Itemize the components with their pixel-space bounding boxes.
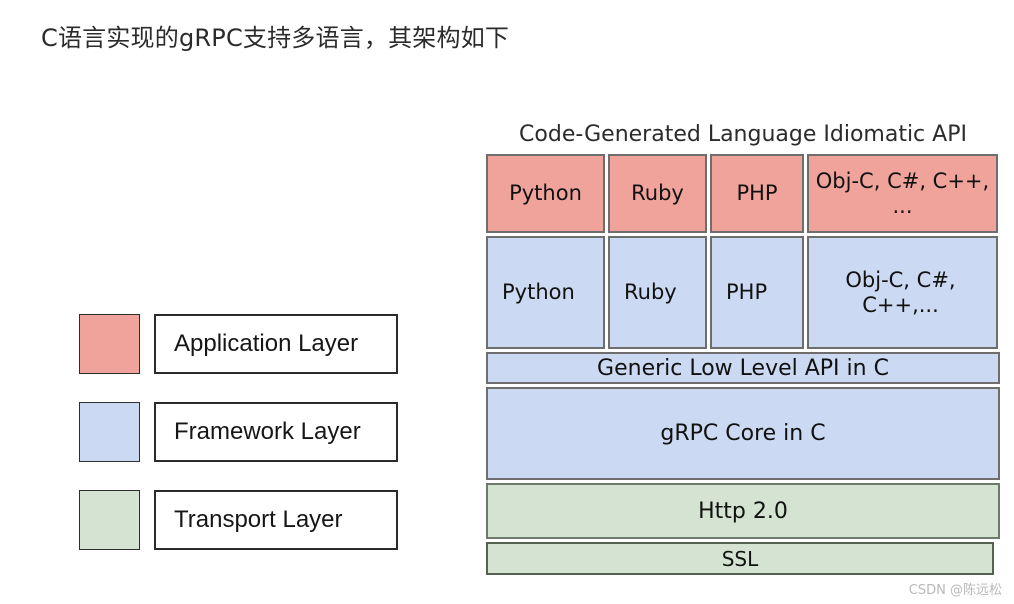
framework-cell-ruby: Ruby bbox=[608, 236, 707, 349]
band-grpc-core: gRPC Core in C bbox=[486, 387, 1000, 480]
application-layer-swatch bbox=[79, 314, 140, 374]
framework-cell-other-languages: Obj-C, C#, C++,... bbox=[807, 236, 998, 349]
language-column-python: Python Python bbox=[486, 154, 605, 349]
framework-layer-swatch bbox=[79, 402, 140, 462]
csdn-watermark: CSDN @陈远松 bbox=[908, 583, 1002, 598]
legend-label-transport-layer: Transport Layer bbox=[154, 490, 398, 550]
legend-label-application-layer: Application Layer bbox=[154, 314, 398, 374]
transport-layer-swatch bbox=[79, 490, 140, 550]
language-column-ruby: Ruby Ruby bbox=[608, 154, 707, 349]
band-ssl: SSL bbox=[486, 542, 994, 575]
legend-item-transport-layer: Transport Layer bbox=[79, 489, 398, 551]
band-generic-low-level-api: Generic Low Level API in C bbox=[486, 352, 1000, 384]
app-cell-php: PHP bbox=[710, 154, 804, 233]
app-cell-python: Python bbox=[486, 154, 605, 233]
app-cell-other-languages: Obj-C, C#, C++, ... bbox=[807, 154, 998, 233]
framework-cell-python: Python bbox=[486, 236, 605, 349]
framework-cell-php: PHP bbox=[710, 236, 804, 349]
legend-label-framework-layer: Framework Layer bbox=[154, 402, 398, 462]
page-title: C语言实现的gRPC支持多语言，其架构如下 bbox=[41, 24, 510, 52]
legend-item-framework-layer: Framework Layer bbox=[79, 401, 398, 463]
language-column-other: Obj-C, C#, C++, ... Obj-C, C#, C++,... bbox=[807, 154, 998, 349]
language-column-php: PHP PHP bbox=[710, 154, 804, 349]
language-columns: Python Python Ruby Ruby PHP PHP Obj-C, C… bbox=[486, 154, 1000, 349]
architecture-caption: Code-Generated Language Idiomatic API bbox=[519, 122, 967, 147]
grpc-architecture-diagram: Code-Generated Language Idiomatic API Py… bbox=[486, 120, 1000, 575]
legend-item-application-layer: Application Layer bbox=[79, 313, 398, 375]
layer-legend: Application Layer Framework Layer Transp… bbox=[79, 313, 398, 551]
band-http2: Http 2.0 bbox=[486, 483, 1000, 539]
app-cell-ruby: Ruby bbox=[608, 154, 707, 233]
